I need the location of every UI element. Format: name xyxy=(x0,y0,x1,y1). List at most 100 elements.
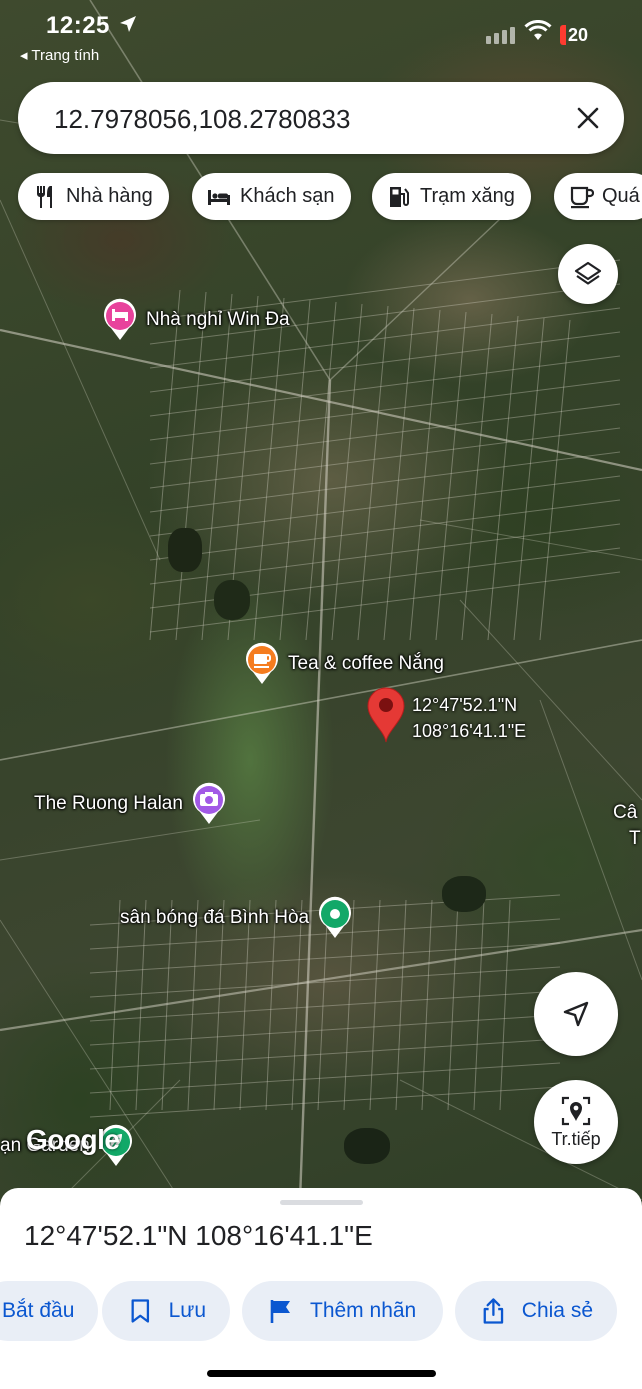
home-indicator xyxy=(207,1370,436,1377)
poi-label: The Ruong Halan xyxy=(34,793,183,814)
action-label: Chia sẻ xyxy=(521,1299,593,1322)
battery-level-icon xyxy=(560,25,566,45)
road xyxy=(149,523,621,585)
street-view-icon xyxy=(561,1096,591,1126)
road xyxy=(89,1062,561,1094)
layers-icon xyxy=(574,261,602,285)
pond xyxy=(214,580,250,620)
dropped-pin-icon[interactable] xyxy=(364,686,408,744)
chip-label: Nhà hàng xyxy=(66,185,153,207)
action-label: Thêm nhãn xyxy=(310,1299,417,1322)
poi-label: Tea & coffee Nắng xyxy=(288,653,444,674)
poi-san-bong-da-binh-hoa[interactable]: sân bóng đá Bình Hòa xyxy=(120,896,353,940)
poi-label: sân bóng đá Bình Hòa xyxy=(120,907,310,928)
road xyxy=(421,899,433,1111)
road xyxy=(409,309,441,641)
action-label: Lưu xyxy=(168,1299,206,1322)
road xyxy=(175,291,207,641)
road xyxy=(0,199,161,561)
pond xyxy=(442,876,486,912)
hotel-pin-icon xyxy=(102,298,138,342)
road xyxy=(149,379,621,441)
chip-cafes[interactable]: Quá xyxy=(554,173,642,220)
place-title: 12°47'52.1"N 108°16'41.1"E xyxy=(24,1220,373,1251)
chip-gas-stations[interactable]: Trạm xăng xyxy=(372,173,531,220)
bookmark-icon xyxy=(131,1299,150,1323)
start-directions-button[interactable]: Bắt đầu xyxy=(0,1281,99,1341)
poi-label: Nhà nghỉ Win Đa xyxy=(146,309,290,330)
category-chips: Nhà hàng Khách sạn Trạm xăng Quá xyxy=(18,173,642,221)
road xyxy=(89,1086,561,1118)
pin-longitude: 108°16'41.1"E xyxy=(412,721,527,741)
poi-tea-coffee-nang[interactable]: Tea & coffee Nắng xyxy=(244,642,444,686)
my-location-button[interactable] xyxy=(534,972,618,1056)
road xyxy=(435,311,467,641)
street-view-label: Tr.tiếp xyxy=(551,1129,601,1149)
offscreen-label-line-2: T xyxy=(629,828,641,849)
restaurant-icon xyxy=(37,185,52,208)
close-icon[interactable] xyxy=(574,104,602,132)
share-icon xyxy=(483,1298,504,1324)
save-button[interactable]: Lưu xyxy=(102,1281,230,1341)
road xyxy=(89,1014,561,1046)
road xyxy=(0,328,642,472)
add-label-button[interactable]: Thêm nhãn xyxy=(242,1281,443,1341)
google-logo: Google xyxy=(26,1124,120,1155)
road xyxy=(539,319,571,641)
back-to-app-link[interactable]: ◂ Trang tính xyxy=(20,46,99,64)
road xyxy=(305,301,337,641)
poi-the-ruong-halan[interactable]: The Ruong Halan xyxy=(34,782,227,826)
road xyxy=(357,305,389,641)
pin-latitude: 12°47'52.1"N xyxy=(412,695,518,715)
poi-nha-nghi-win-da[interactable]: Nhà nghỉ Win Đa xyxy=(102,298,290,342)
road xyxy=(89,1038,561,1070)
offscreen-label-line-1: Câ xyxy=(613,802,638,823)
gas-station-icon xyxy=(390,186,409,207)
road xyxy=(473,899,485,1111)
status-time: 12:25 xyxy=(46,12,110,39)
layers-button[interactable] xyxy=(558,244,618,304)
road xyxy=(109,899,121,1111)
road xyxy=(487,315,519,641)
road xyxy=(149,499,621,561)
road xyxy=(149,451,621,513)
wifi-icon xyxy=(524,20,552,40)
place-bottom-sheet[interactable]: 12°47'52.1"N 108°16'41.1"E Bắt đầu Lưu T… xyxy=(0,1188,642,1389)
chip-label: Quá xyxy=(602,185,640,207)
search-box[interactable]: 12.7978056,108.2780833 xyxy=(18,82,624,154)
road xyxy=(447,899,459,1111)
location-services-icon xyxy=(120,16,136,32)
share-button[interactable]: Chia sẻ xyxy=(455,1281,617,1341)
camera-pin-icon xyxy=(191,782,227,826)
sheet-drag-handle[interactable] xyxy=(280,1200,363,1205)
cellular-signal-icon xyxy=(486,24,515,44)
road xyxy=(419,519,642,561)
chip-label: Trạm xăng xyxy=(420,185,515,207)
chip-hotels[interactable]: Khách sạn xyxy=(192,173,351,220)
street-view-button[interactable]: Tr.tiếp xyxy=(534,1080,618,1164)
search-query-text[interactable]: 12.7978056,108.2780833 xyxy=(54,104,350,135)
road xyxy=(253,297,285,641)
navigation-arrow-icon xyxy=(563,1001,589,1027)
road xyxy=(149,427,621,489)
road xyxy=(149,355,621,417)
status-bar: 12:25 ◂ Trang tính 20 xyxy=(0,0,642,70)
park-pin-icon xyxy=(317,896,353,940)
road xyxy=(383,307,415,641)
road xyxy=(499,899,511,1111)
pin-coordinates-label: 12°47'52.1"N 108°16'41.1"E xyxy=(412,692,526,744)
action-label: Bắt đầu xyxy=(2,1299,75,1322)
coffee-pin-icon xyxy=(244,642,280,686)
flag-icon xyxy=(270,1300,290,1323)
battery-indicator: 20 xyxy=(560,22,588,48)
road xyxy=(149,475,621,537)
hotel-icon xyxy=(208,189,230,205)
offscreen-place-label: Câ T xyxy=(613,800,641,852)
road xyxy=(395,899,407,1111)
pond xyxy=(344,1128,390,1164)
chip-label: Khách sạn xyxy=(240,185,335,207)
pond xyxy=(168,528,202,572)
chip-restaurants[interactable]: Nhà hàng xyxy=(18,173,169,220)
battery-percent: 20 xyxy=(568,24,589,45)
road xyxy=(298,379,332,1200)
